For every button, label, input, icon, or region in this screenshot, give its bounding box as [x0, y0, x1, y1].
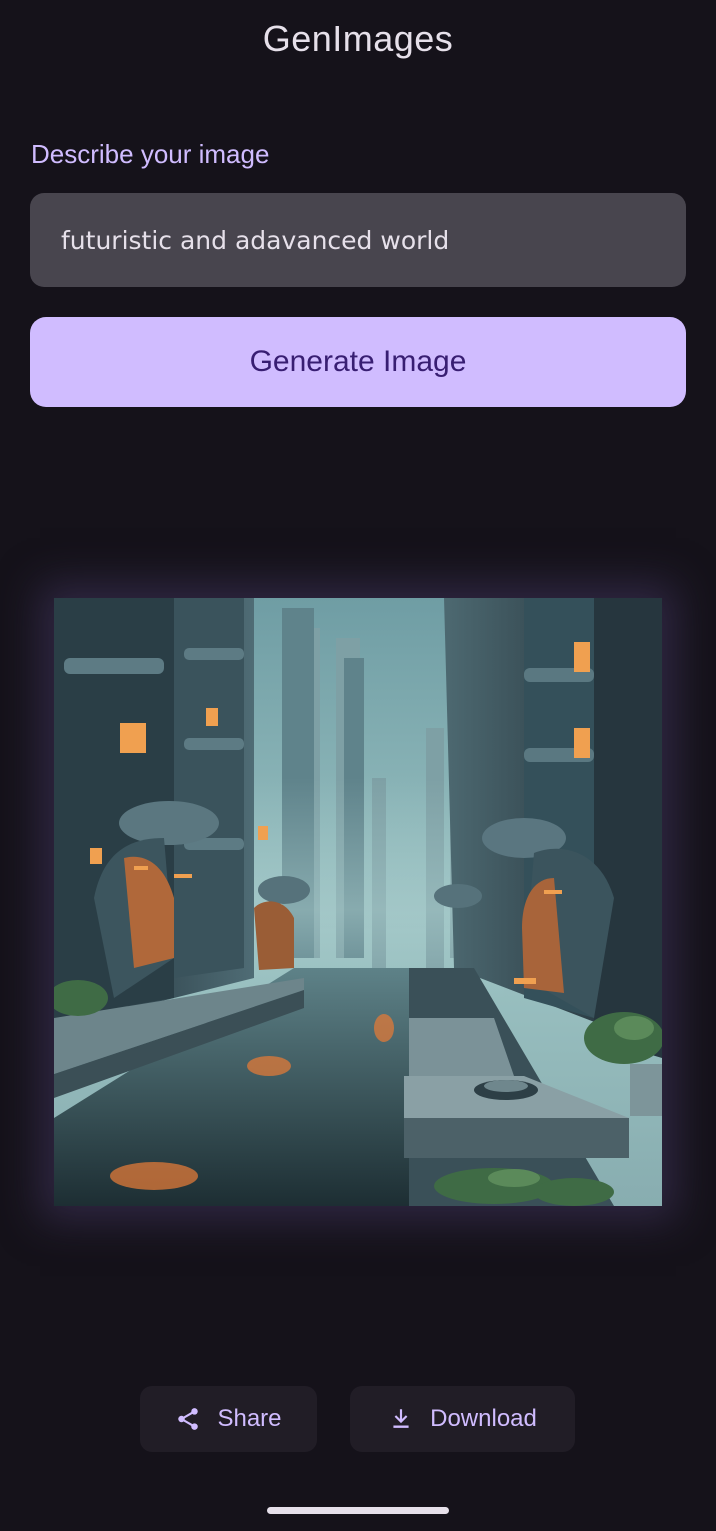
download-label: Download [430, 1405, 537, 1432]
prompt-label: Describe your image [31, 139, 270, 169]
prompt-input[interactable] [30, 193, 686, 287]
download-button[interactable]: Download [350, 1386, 575, 1452]
home-indicator[interactable] [267, 1507, 449, 1514]
share-button[interactable]: Share [140, 1386, 317, 1452]
download-icon [393, 1409, 409, 1428]
share-label: Share [217, 1405, 282, 1432]
app-title: GenImages [262, 18, 454, 59]
generate-image-button[interactable]: Generate Image [30, 317, 686, 407]
share-icon [178, 1408, 199, 1430]
app-screen: GenImages Describe your image Generate I… [0, 0, 716, 1531]
generated-image [54, 598, 662, 1206]
